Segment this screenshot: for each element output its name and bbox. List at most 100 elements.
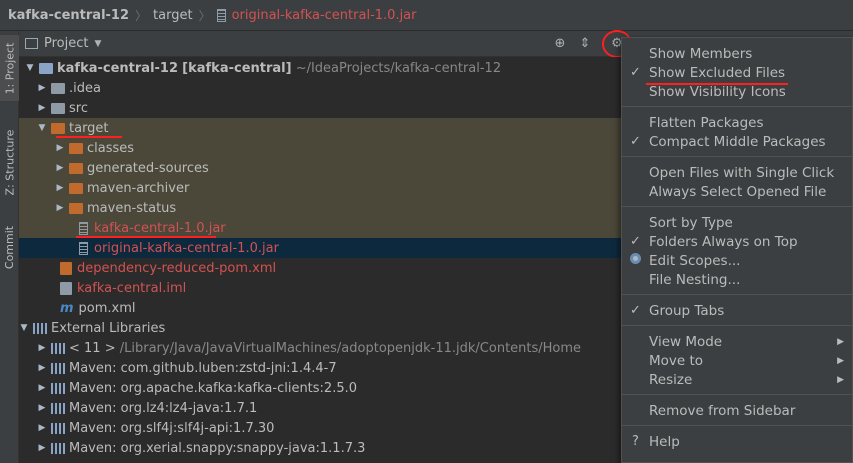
- tree-row-target[interactable]: ▼ target: [19, 118, 640, 138]
- collapsed-arrow-icon: ▶: [38, 83, 46, 93]
- menu-edit-scopes[interactable]: Edit Scopes...: [622, 251, 853, 270]
- breadcrumb-project[interactable]: kafka-central-12: [8, 8, 129, 23]
- tree-row-library[interactable]: ▶ Maven: org.slf4j:slf4j-api:1.7.30: [19, 418, 640, 438]
- tree-row-external-libraries[interactable]: ▼ External Libraries: [19, 318, 640, 338]
- menu-file-nesting[interactable]: File Nesting...: [622, 270, 853, 289]
- folder-label: src: [69, 100, 88, 116]
- file-label: dependency-reduced-pom.xml: [77, 260, 277, 276]
- menu-always-select-opened[interactable]: Always Select Opened File: [622, 182, 853, 201]
- tab-structure[interactable]: Z: Structure: [0, 119, 19, 205]
- tool-window-stripe: 1: Project Z: Structure Commit: [0, 31, 19, 463]
- collapsed-arrow-icon: ▶: [38, 423, 46, 433]
- tree-row-classes[interactable]: ▶ classes: [19, 138, 640, 158]
- menu-label: Sort by Type: [649, 214, 733, 231]
- folder-icon: [51, 102, 65, 114]
- menu-separator: [622, 156, 853, 157]
- menu-show-visibility-icons[interactable]: Show Visibility Icons: [622, 82, 853, 101]
- tab-project[interactable]: 1: Project: [0, 35, 19, 101]
- menu-label: Edit Scopes...: [649, 252, 741, 269]
- menu-group-tabs[interactable]: ✓ Group Tabs: [622, 301, 853, 320]
- check-icon: ✓: [630, 234, 641, 249]
- maven-icon: m: [60, 300, 74, 316]
- breadcrumb-file[interactable]: original-kafka-central-1.0.jar: [232, 8, 417, 23]
- breadcrumb-target[interactable]: target: [153, 8, 193, 23]
- expanded-arrow-icon: ▼: [20, 323, 28, 333]
- collapsed-arrow-icon: ▶: [38, 103, 46, 113]
- tab-structure-label: Z: Structure: [3, 129, 17, 195]
- expanded-arrow-icon: ▼: [38, 123, 46, 133]
- tree-row-library[interactable]: ▶ Maven: org.apache.kafka:kafka-clients:…: [19, 378, 640, 398]
- tree-row-generated-sources[interactable]: ▶ generated-sources: [19, 158, 640, 178]
- menu-label: Folders Always on Top: [649, 233, 798, 250]
- file-label: pom.xml: [78, 300, 136, 316]
- jdk-path: /Library/Java/JavaVirtualMachines/adopto…: [119, 340, 582, 356]
- locate-icon[interactable]: ⊕: [551, 35, 569, 53]
- project-view-selector[interactable]: Project ▼: [25, 36, 101, 51]
- menu-view-mode[interactable]: View Mode ▶: [622, 332, 853, 351]
- folder-label: maven-archiver: [87, 180, 190, 196]
- library-icon: [33, 322, 47, 334]
- tree-row-library[interactable]: ▶ Maven: org.xerial.snappy:snappy-java:1…: [19, 438, 640, 458]
- tree-row-original-jar[interactable]: original-kafka-central-1.0.jar: [19, 238, 640, 258]
- folder-icon: [51, 82, 65, 94]
- menu-compact-middle-packages[interactable]: ✓ Compact Middle Packages: [622, 132, 853, 151]
- excluded-folder-icon: [69, 182, 83, 194]
- excluded-folder-icon: [69, 142, 83, 154]
- collapsed-arrow-icon: ▶: [38, 363, 46, 373]
- collapsed-arrow-icon: ▶: [56, 143, 64, 153]
- folder-label: maven-status: [87, 200, 177, 216]
- tree-row-library[interactable]: ▶ Maven: org.lz4:lz4-java:1.7.1: [19, 398, 640, 418]
- tab-commit[interactable]: Commit: [0, 217, 19, 277]
- tab-project-label: 1: Project: [3, 42, 16, 94]
- submenu-arrow-icon: ▶: [837, 374, 844, 385]
- menu-sort-by-type[interactable]: Sort by Type: [622, 213, 853, 232]
- submenu-arrow-icon: ▶: [837, 336, 844, 347]
- tree-row-jdk[interactable]: ▶ < 11 > /Library/Java/JavaVirtualMachin…: [19, 338, 640, 358]
- menu-label: Help: [649, 433, 680, 450]
- collapsed-arrow-icon: ▶: [38, 383, 46, 393]
- menu-show-members[interactable]: Show Members: [622, 44, 853, 63]
- library-icon: [51, 422, 65, 434]
- breadcrumb-separator-icon: 〉: [135, 8, 148, 23]
- jar-icon: [216, 8, 226, 22]
- library-icon: [51, 442, 65, 454]
- tree-row-dependency-pom[interactable]: dependency-reduced-pom.xml: [19, 258, 640, 278]
- tree-row-idea[interactable]: ▶ .idea: [19, 78, 640, 98]
- external-libraries-label: External Libraries: [51, 320, 166, 336]
- library-label: Maven: org.apache.kafka:kafka-clients:2.…: [69, 380, 358, 396]
- menu-move-to[interactable]: Move to ▶: [622, 351, 853, 370]
- menu-open-single-click[interactable]: Open Files with Single Click: [622, 163, 853, 182]
- excluded-folder-icon: [69, 162, 83, 174]
- collapse-all-icon[interactable]: ⇕: [576, 35, 594, 53]
- menu-resize[interactable]: Resize ▶: [622, 370, 853, 389]
- menu-label: File Nesting...: [649, 271, 741, 288]
- tree-row-pom[interactable]: m pom.xml: [19, 298, 640, 318]
- menu-remove-from-sidebar[interactable]: Remove from Sidebar: [622, 401, 853, 420]
- menu-help[interactable]: ? Help: [622, 432, 853, 451]
- menu-show-excluded-files[interactable]: ✓ Show Excluded Files: [622, 63, 853, 82]
- help-icon: ?: [632, 434, 639, 449]
- menu-flatten-packages[interactable]: Flatten Packages: [622, 113, 853, 132]
- jar-icon: [79, 221, 88, 235]
- check-icon: ✓: [630, 303, 641, 318]
- tree-row-jar[interactable]: kafka-central-1.0.jar: [19, 218, 640, 238]
- library-label: Maven: org.lz4:lz4-java:1.7.1: [69, 400, 258, 416]
- root-name: kafka-central-12: [57, 60, 179, 76]
- tree-row-maven-archiver[interactable]: ▶ maven-archiver: [19, 178, 640, 198]
- menu-label: Open Files with Single Click: [649, 164, 835, 181]
- dropdown-arrow-icon: ▼: [94, 38, 102, 49]
- tree-row-library[interactable]: ▶ Maven: com.github.luben:zstd-jni:1.4.4…: [19, 358, 640, 378]
- tree-row-root[interactable]: ▼ kafka-central-12 [kafka-central] ~/Ide…: [19, 58, 640, 78]
- menu-separator: [622, 425, 853, 426]
- check-icon: ✓: [630, 134, 641, 149]
- expanded-arrow-icon: ▼: [26, 63, 34, 73]
- tree-row-src[interactable]: ▶ src: [19, 98, 640, 118]
- tree-row-iml[interactable]: kafka-central.iml: [19, 278, 640, 298]
- tree-row-maven-status[interactable]: ▶ maven-status: [19, 198, 640, 218]
- file-label: kafka-central.iml: [77, 280, 187, 296]
- module-file-icon: [60, 281, 72, 295]
- library-label: Maven: org.slf4j:slf4j-api:1.7.30: [69, 420, 275, 436]
- project-tree[interactable]: ▼ kafka-central-12 [kafka-central] ~/Ide…: [19, 57, 640, 463]
- collapsed-arrow-icon: ▶: [38, 443, 46, 453]
- menu-folders-always-on-top[interactable]: ✓ Folders Always on Top: [622, 232, 853, 251]
